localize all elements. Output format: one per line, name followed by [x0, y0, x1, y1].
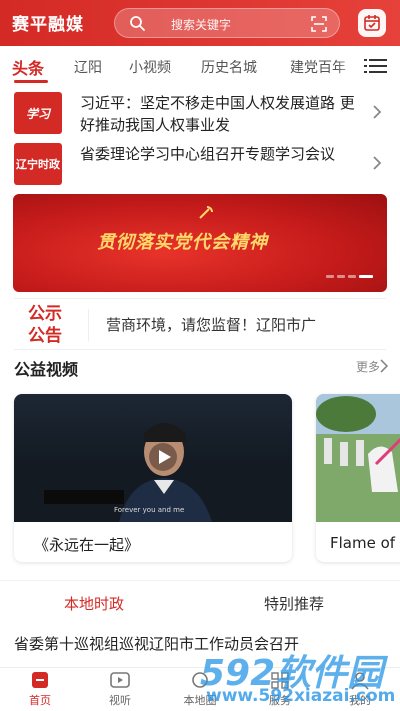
active-tab-indicator	[14, 80, 48, 83]
app-header: 赛平融媒 搜索关键字	[0, 0, 400, 46]
calendar-icon	[364, 15, 380, 31]
channel-tabs: 头条 辽阳 小视频 历史名城 建党百年	[0, 46, 400, 86]
tab-special-recommend[interactable]: 特别推荐	[264, 593, 324, 614]
chevron-right-icon	[373, 105, 382, 119]
carousel-dots	[323, 263, 373, 282]
channel-menu-button[interactable]	[364, 56, 390, 76]
tab-liaoyang[interactable]: 辽阳	[74, 57, 102, 77]
nav-profile[interactable]: 我的	[330, 670, 390, 708]
nav-video[interactable]: 视听	[90, 670, 150, 708]
service-icon	[271, 672, 289, 689]
video-card[interactable]: Flame of	[316, 394, 400, 562]
video-caption: Flame of	[330, 534, 396, 552]
headline-item[interactable]: 学习 习近平：坚定不移走中国人权发展道路 更好推动我国人权事业发	[0, 90, 400, 138]
nav-home[interactable]: 首页	[10, 670, 70, 708]
notice-label: 公示公告	[28, 304, 62, 346]
tab-local-politics[interactable]: 本地时政	[64, 593, 124, 614]
circle-icon	[192, 672, 208, 688]
news-headline[interactable]: 省委第十巡视组巡视辽阳市工作动员会召开	[14, 633, 299, 654]
video-caption: 《永远在一起》	[34, 536, 140, 554]
play-icon[interactable]	[148, 442, 178, 472]
search-icon	[130, 16, 145, 31]
banner-carousel[interactable]: 贯彻落实党代会精神	[13, 194, 387, 292]
nav-service[interactable]: 服务	[250, 670, 310, 708]
video-thumbnail	[316, 394, 400, 522]
video-icon	[110, 672, 130, 688]
profile-icon	[351, 672, 369, 690]
notice-text: 营商环境，请您监督！辽阳市广	[106, 316, 317, 334]
headline-title: 习近平：坚定不移走中国人权发展道路 更好推动我国人权事业发	[80, 94, 355, 134]
tab-toutiao[interactable]: 头条	[12, 55, 44, 79]
banner-title: 贯彻落实党代会精神	[97, 232, 268, 253]
liaoning-politics-logo: 辽宁时政	[14, 143, 62, 185]
nav-local[interactable]: 本地圈	[170, 670, 230, 708]
chevron-right-icon[interactable]	[380, 359, 388, 373]
search-box[interactable]: 搜索关键字	[114, 8, 340, 38]
scan-icon[interactable]	[311, 16, 327, 32]
xuexi-logo: 学习	[14, 92, 62, 134]
video-card[interactable]: Forever you and me 《永远在一起》	[14, 394, 292, 562]
category-tabs: 本地时政 特别推荐	[0, 580, 400, 620]
video-subtitle: Forever you and me	[114, 506, 185, 514]
tab-short-video[interactable]: 小视频	[129, 57, 171, 77]
party-emblem-icon	[199, 206, 213, 219]
home-icon	[32, 672, 48, 688]
headline-item[interactable]: 辽宁时政 省委理论学习中心组召开专题学习会议	[0, 141, 400, 189]
more-link[interactable]: 更多	[356, 358, 380, 375]
app-title: 赛平融媒	[12, 15, 84, 35]
menu-icon	[364, 59, 387, 73]
calendar-button[interactable]	[358, 9, 386, 37]
tab-history-city[interactable]: 历史名城	[201, 57, 257, 77]
notice-bar[interactable]: 公示公告 营商环境，请您监督！辽阳市广	[14, 298, 386, 350]
search-placeholder: 搜索关键字	[171, 18, 232, 32]
chevron-right-icon	[373, 156, 382, 170]
headline-title: 省委理论学习中心组召开专题学习会议	[80, 145, 336, 163]
bottom-navigation: 首页 视听 本地圈 服务 我的	[0, 667, 400, 711]
section-title: 公益视频	[14, 360, 79, 379]
